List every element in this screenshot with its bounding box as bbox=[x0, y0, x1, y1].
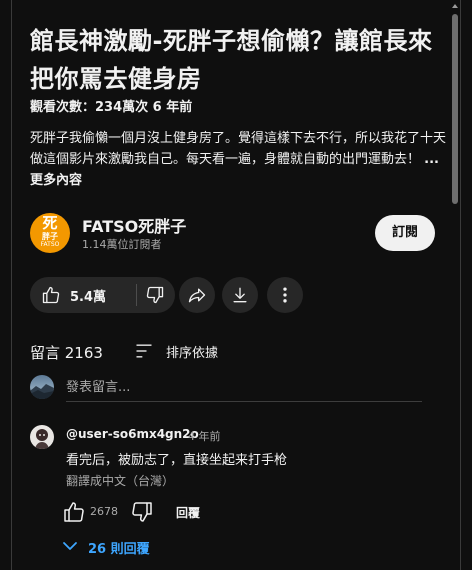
comment-reply-button[interactable]: 回覆 bbox=[176, 504, 200, 521]
translate-link[interactable]: 翻譯成中文（台灣） bbox=[66, 472, 174, 489]
share-button[interactable] bbox=[179, 277, 215, 313]
thumb-up-icon bbox=[64, 502, 84, 522]
video-description[interactable]: 死胖子我偷懶一個月沒上健身房了。覺得這樣下去不行，所以我花了十天做這個影片來激勵… bbox=[30, 128, 448, 191]
add-comment-input[interactable]: 發表留言... bbox=[66, 376, 422, 402]
more-vert-icon bbox=[283, 287, 287, 303]
sort-icon bbox=[136, 344, 152, 358]
like-button[interactable]: 5.4萬 bbox=[30, 277, 136, 313]
sort-label: 排序依據 bbox=[166, 346, 219, 361]
sort-comments-button[interactable]: 排序依據 bbox=[134, 338, 244, 364]
scrollbar-thumb[interactable] bbox=[452, 14, 458, 204]
subscriber-count: 1.14萬位訂閱者 bbox=[82, 238, 162, 251]
comment-time[interactable]: 4 年前 bbox=[188, 428, 221, 444]
scroll-up-arrow-icon[interactable] bbox=[452, 4, 458, 8]
download-button[interactable] bbox=[222, 277, 258, 313]
comment-text: 看完后，被励志了，直接坐起来打手枪 bbox=[66, 453, 288, 468]
share-icon bbox=[188, 288, 206, 303]
channel-avatar-line1: 死 bbox=[42, 214, 58, 232]
subscribe-button[interactable]: 訂閱 bbox=[375, 215, 435, 251]
channel-avatar-line2: 胖子 bbox=[42, 232, 58, 241]
comment-like-button[interactable] bbox=[62, 500, 86, 524]
view-replies-button[interactable]: 26 則回覆 bbox=[60, 535, 170, 557]
comment-dislike-button[interactable] bbox=[130, 500, 154, 524]
more-actions-button[interactable] bbox=[267, 277, 303, 313]
current-user-avatar bbox=[30, 375, 54, 399]
like-count: 5.4萬 bbox=[70, 290, 107, 305]
comments-count: 留言 2163 bbox=[30, 344, 103, 362]
channel-name[interactable]: FATSO死胖子 bbox=[82, 213, 186, 237]
view-count-and-date: 觀看次數：234萬次 6 年前 bbox=[30, 100, 193, 115]
comment-like-count: 2678 bbox=[90, 505, 118, 518]
comment-author[interactable]: @user-so6mx4gn2o bbox=[66, 427, 199, 441]
video-details-panel: 館長神激勵-死胖子想偷懶？讓館長來把你罵去健身房 觀看次數：234萬次 6 年前… bbox=[11, 0, 461, 570]
channel-avatar[interactable]: 死 胖子 FATSO bbox=[30, 213, 70, 253]
scrollbar[interactable] bbox=[450, 0, 460, 570]
thumb-down-icon bbox=[132, 502, 152, 522]
thumb-up-icon bbox=[42, 286, 60, 304]
replies-count: 26 則回覆 bbox=[88, 542, 150, 557]
download-icon bbox=[233, 287, 247, 303]
channel-avatar-line3: FATSO bbox=[40, 241, 60, 248]
video-title: 館長神激勵-死胖子想偷懶？讓館長來把你罵去健身房 bbox=[30, 27, 433, 93]
chevron-down-icon bbox=[63, 542, 77, 550]
dislike-button[interactable] bbox=[137, 277, 175, 313]
comment-author-avatar[interactable] bbox=[30, 425, 54, 449]
thumb-down-icon bbox=[146, 286, 164, 304]
like-dislike-pill: 5.4萬 bbox=[30, 277, 175, 313]
description-text: 死胖子我偷懶一個月沒上健身房了。覺得這樣下去不行，所以我花了十天做這個影片來激勵… bbox=[30, 131, 447, 167]
